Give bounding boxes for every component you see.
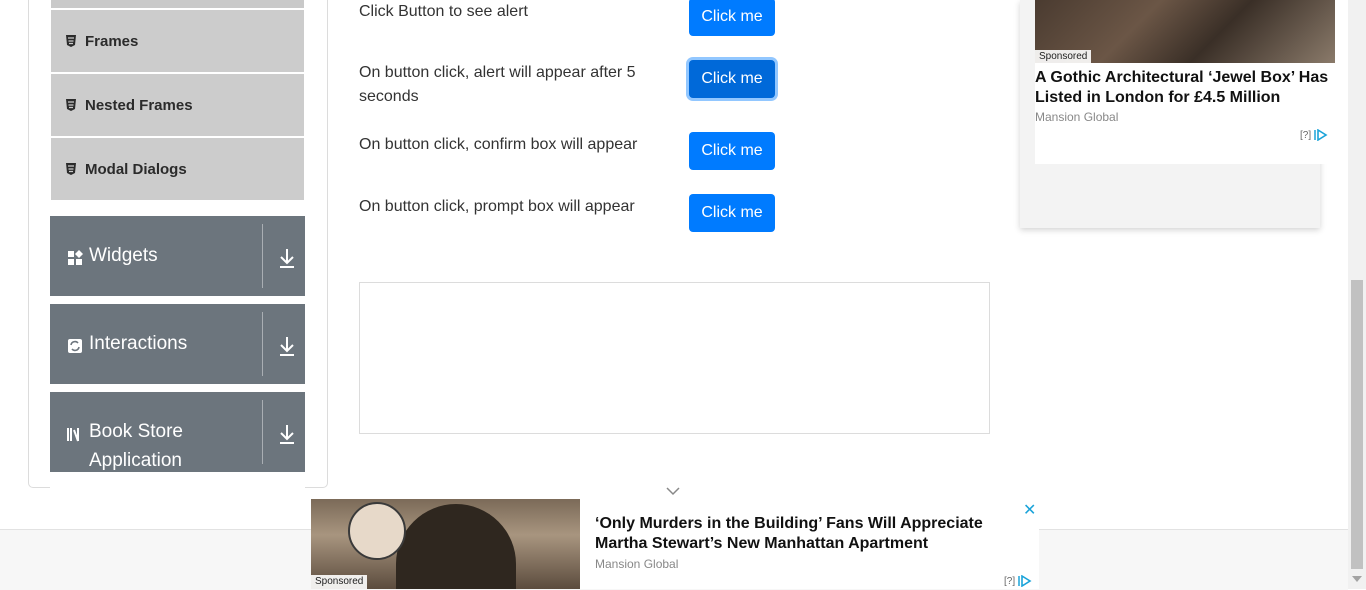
download-arrow-icon[interactable]: [278, 248, 296, 268]
sponsored-label: Sponsored: [311, 575, 368, 589]
sidebar-item-label: Modal Dialogs: [85, 160, 187, 178]
adchoices-icon: [1018, 575, 1032, 587]
bottom-ad-source: Mansion Global: [595, 557, 679, 571]
html5-icon: [66, 99, 76, 111]
sidebar-item-label: Nested Frames: [85, 96, 193, 114]
adchoices-icon: [1314, 129, 1328, 141]
timer-alert-button[interactable]: Click me: [689, 60, 775, 98]
sidebar-group-widgets[interactable]: Widgets: [50, 216, 305, 296]
confirm-row-text: On button click, confirm box will appear: [359, 136, 638, 153]
sidebar-item-modal-dialogs[interactable]: Modal Dialogs: [51, 138, 304, 200]
adchoice-text: [?]: [1300, 129, 1312, 141]
chevron-down-icon[interactable]: [665, 486, 681, 496]
prompt-row-text: On button click, prompt box will appear: [359, 198, 635, 215]
divider: [262, 224, 263, 288]
group-label: Interactions: [89, 333, 188, 354]
sidebar-item-frames[interactable]: Frames: [51, 10, 304, 72]
avatar: [348, 502, 406, 560]
sidebar-item-label: Frames: [85, 32, 139, 50]
group-label-line2: Application: [89, 450, 182, 471]
adchoice-badge[interactable]: [?]: [1300, 129, 1328, 141]
widgets-icon: [68, 250, 83, 265]
confirm-button[interactable]: Click me: [689, 132, 775, 170]
sponsored-label: Sponsored: [1035, 50, 1092, 64]
html5-icon: [66, 35, 76, 47]
ad-placeholder: [359, 282, 990, 434]
html5-icon: [66, 163, 76, 175]
group-label-line1: Book Store: [89, 421, 183, 442]
download-arrow-icon[interactable]: [278, 336, 296, 356]
sidebar-sub-item-previous[interactable]: [51, 0, 304, 8]
divider: [262, 400, 263, 464]
timer-alert-row-text-line1: On button click, alert will appear after…: [359, 64, 636, 81]
alert-row-text: Click Button to see alert: [359, 3, 528, 20]
books-icon: [67, 428, 79, 442]
right-ad-title[interactable]: A Gothic Architectural ‘Jewel Box’ Has L…: [1035, 68, 1335, 108]
bottom-ad-title[interactable]: ‘Only Murders in the Building’ Fans Will…: [595, 514, 1015, 554]
prompt-button[interactable]: Click me: [689, 194, 775, 232]
adchoice-badge[interactable]: [?]: [1004, 575, 1032, 587]
adchoice-text: [?]: [1004, 575, 1016, 587]
download-arrow-icon[interactable]: [278, 424, 296, 444]
sidebar-item-nested-frames[interactable]: Nested Frames: [51, 74, 304, 136]
sidebar-group-book-store[interactable]: Book Store Application: [50, 392, 305, 472]
sidebar-group-interactions[interactable]: Interactions: [50, 304, 305, 384]
divider: [262, 312, 263, 376]
alert-button[interactable]: Click me: [689, 0, 775, 36]
right-ad-source: Mansion Global: [1035, 110, 1119, 124]
group-label: Widgets: [89, 245, 158, 266]
scroll-down-arrow-icon[interactable]: [1352, 576, 1362, 582]
timer-alert-row-text-line2: seconds: [359, 88, 419, 105]
interactions-icon: [68, 339, 82, 353]
close-icon[interactable]: ✕: [1023, 500, 1036, 520]
scrollbar-thumb[interactable]: [1351, 280, 1363, 569]
group-clip: [50, 472, 305, 488]
